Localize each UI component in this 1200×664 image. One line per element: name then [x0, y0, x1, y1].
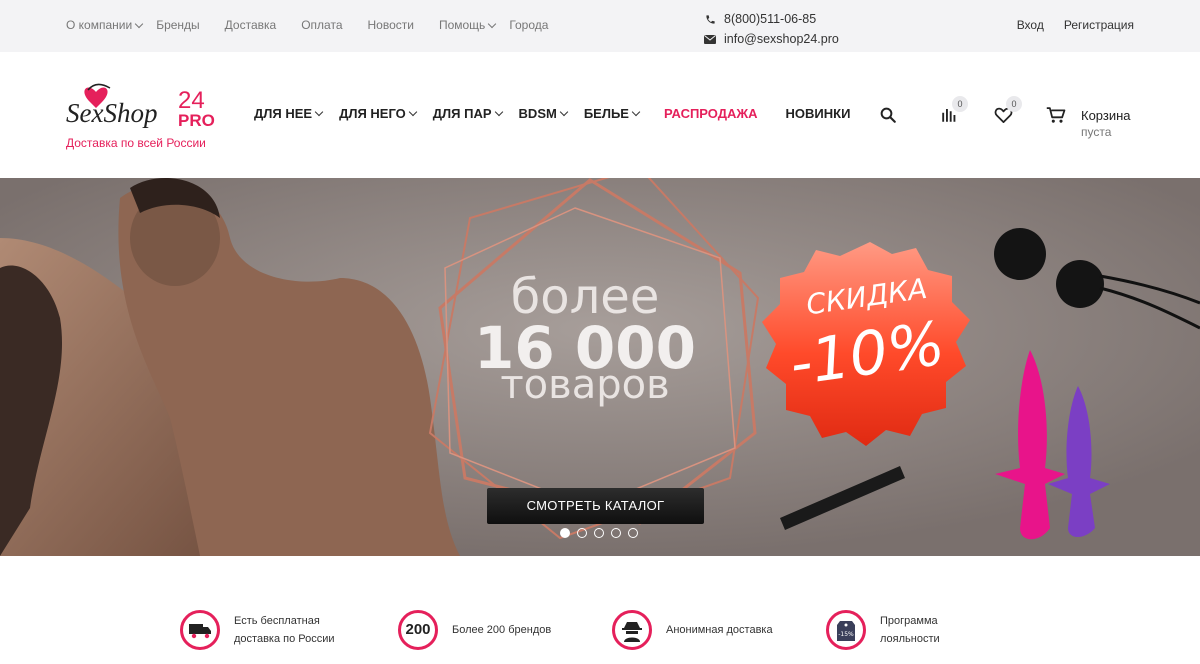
top-nav-brands[interactable]: Бренды: [156, 18, 199, 32]
features-strip: Есть бесплатная доставка по России 200 Б…: [0, 556, 1200, 664]
view-catalog-button[interactable]: СМОТРЕТЬ КАТАЛОГ: [487, 488, 704, 524]
top-nav-payment[interactable]: Оплата: [301, 18, 342, 32]
phone-icon: [704, 13, 716, 25]
slider-dot-4[interactable]: [611, 528, 621, 538]
chevron-down-icon: [488, 19, 497, 28]
top-nav: О компании Бренды Доставка Оплата Новост…: [66, 18, 573, 32]
nav-item-for-her[interactable]: ДЛЯ НЕЕ: [254, 106, 324, 121]
slider-dot-1[interactable]: [560, 528, 570, 538]
contacts: 8(800)511-06-85 info@sexshop24.pro: [704, 9, 839, 49]
nav-item-new[interactable]: НОВИНКИ: [786, 106, 851, 121]
phone-row[interactable]: 8(800)511-06-85: [704, 9, 839, 29]
compare-count-badge: 0: [952, 96, 968, 112]
favorites-button[interactable]: 0: [994, 96, 1022, 128]
top-nav-about[interactable]: О компании: [66, 18, 144, 32]
nav-item-sale[interactable]: РАСПРОДАЖА: [664, 106, 758, 121]
top-nav-label: Оплата: [301, 18, 343, 32]
nav-item-for-him[interactable]: ДЛЯ НЕГО: [339, 106, 418, 121]
nav-item-label: BDSM: [518, 106, 557, 121]
logo-slogan: Доставка по всей России: [66, 136, 206, 150]
main-nav: ДЛЯ НЕЕ ДЛЯ НЕГО ДЛЯ ПАР BDSM БЕЛЬЕ РАСП…: [254, 106, 867, 121]
chevron-down-icon: [314, 107, 324, 116]
top-bar: О компании Бренды Доставка Оплата Новост…: [0, 0, 1200, 52]
chevron-down-icon: [494, 107, 503, 116]
nav-item-lingerie[interactable]: БЕЛЬЕ: [583, 106, 641, 121]
email-row[interactable]: info@sexshop24.pro: [704, 29, 839, 49]
cart-summary[interactable]: Корзина пуста: [1081, 107, 1131, 141]
feature-loyalty: -15% Программа лояльности: [826, 610, 940, 650]
nav-item-label: НОВИНКИ: [785, 106, 851, 121]
feature-line-1: Программа: [880, 615, 938, 627]
feature-line-1: Более 200 брендов: [452, 624, 552, 636]
register-link[interactable]: Регистрация: [1064, 18, 1134, 32]
loyalty-badge: -15%: [838, 631, 854, 638]
top-nav-cities[interactable]: Города: [509, 18, 548, 32]
nav-item-label: ДЛЯ НЕГО: [339, 106, 406, 121]
auth-links: Вход Регистрация: [997, 18, 1134, 32]
top-nav-delivery[interactable]: Доставка: [225, 18, 277, 32]
logo[interactable]: SexShop 24 PRO Доставка по всей России: [66, 82, 226, 152]
nav-item-label: ДЛЯ НЕЕ: [254, 106, 313, 121]
slider-dot-2[interactable]: [577, 528, 587, 538]
login-link[interactable]: Вход: [1017, 18, 1044, 32]
search-button[interactable]: [879, 106, 901, 128]
search-icon: [880, 107, 896, 123]
top-nav-help[interactable]: Помощь: [438, 18, 497, 32]
email-address: info@sexshop24.pro: [724, 32, 839, 46]
logo-graphic: SexShop 24 PRO: [66, 83, 215, 130]
logo-number: 24: [178, 87, 205, 114]
compare-button[interactable]: 0: [940, 96, 968, 128]
chevron-down-icon: [408, 107, 418, 116]
nav-item-label: БЕЛЬЕ: [583, 106, 629, 121]
cart-icon: [1046, 107, 1066, 123]
top-nav-label: Новости: [367, 18, 414, 32]
cart-status: пуста: [1081, 125, 1112, 139]
chevron-down-icon: [631, 107, 641, 116]
nav-item-for-couples[interactable]: ДЛЯ ПАР: [432, 106, 503, 121]
chevron-down-icon: [559, 107, 569, 116]
tag-icon: -15%: [826, 610, 866, 650]
top-nav-label: Бренды: [156, 18, 200, 32]
feature-line-2: лояльности: [880, 633, 940, 645]
header: SexShop 24 PRO Доставка по всей России Д…: [0, 52, 1200, 178]
slider-dots: [560, 528, 645, 538]
truck-icon: [180, 610, 220, 650]
cart-button[interactable]: [1046, 106, 1068, 128]
feature-anonymous: Анонимная доставка: [612, 610, 773, 650]
top-nav-label: Помощь: [438, 18, 486, 32]
favorites-count-badge: 0: [1006, 96, 1022, 112]
slider-dot-5[interactable]: [628, 528, 638, 538]
brands-200-icon: 200: [398, 610, 438, 650]
feature-brands: 200 Более 200 брендов: [398, 610, 551, 650]
feature-line-2: доставка по России: [234, 633, 335, 645]
feature-free-delivery: Есть бесплатная доставка по России: [180, 610, 335, 650]
slider-dot-3[interactable]: [594, 528, 604, 538]
brands-badge: 200: [405, 621, 431, 638]
top-nav-label: О компании: [66, 18, 133, 32]
top-nav-label: Доставка: [224, 18, 277, 32]
spy-icon: [612, 610, 652, 650]
nav-item-label: РАСПРОДАЖА: [663, 106, 758, 121]
banner-line-3: товаров: [500, 362, 669, 408]
feature-line-1: Есть бесплатная: [234, 615, 320, 627]
chevron-down-icon: [134, 19, 144, 28]
top-nav-label: Города: [509, 18, 549, 32]
logo-text: SexShop: [66, 98, 157, 128]
envelope-icon: [704, 33, 716, 45]
phone-number: 8(800)511-06-85: [724, 12, 817, 26]
nav-item-label: ДЛЯ ПАР: [432, 106, 492, 121]
cart-title: Корзина: [1081, 108, 1131, 123]
feature-line-1: Анонимная доставка: [666, 624, 773, 636]
nav-item-bdsm[interactable]: BDSM: [518, 106, 569, 121]
logo-pro: PRO: [178, 111, 215, 130]
hero-banner[interactable]: более 16 000 товаров СКИДКА -10% СМОТРЕТ…: [0, 178, 1200, 556]
top-nav-news[interactable]: Новости: [368, 18, 414, 32]
